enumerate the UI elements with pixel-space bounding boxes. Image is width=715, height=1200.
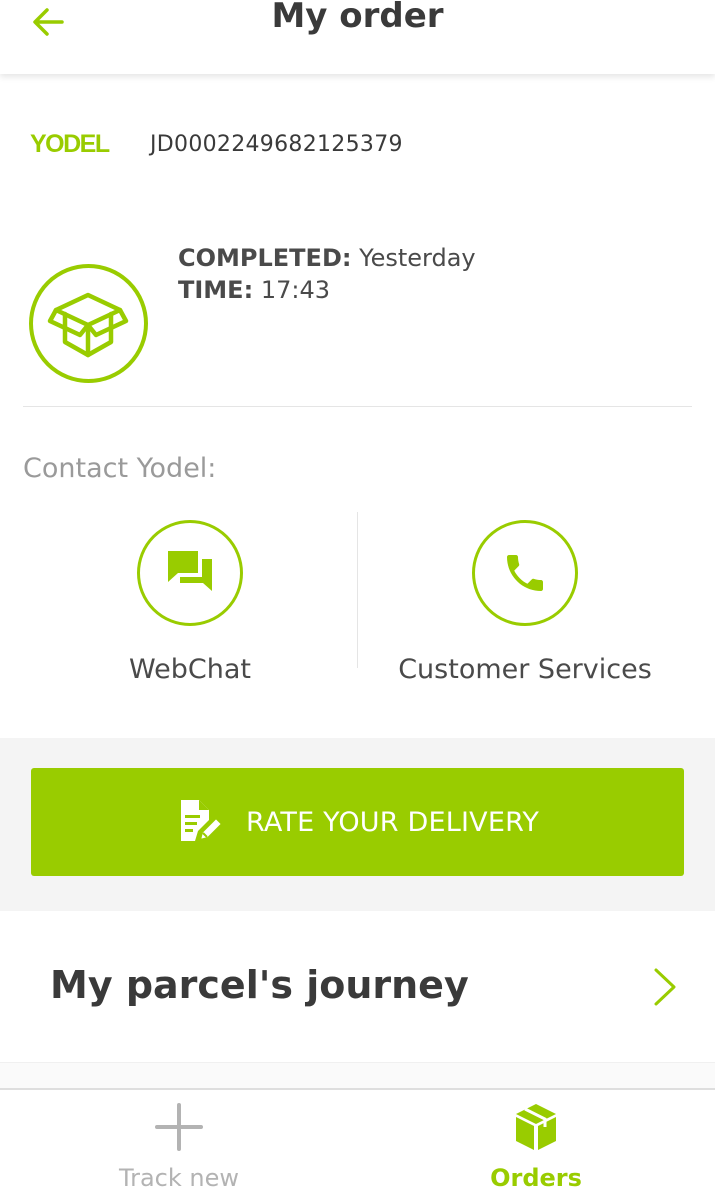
- app-header: My order: [0, 0, 715, 74]
- completed-label: COMPLETED:: [178, 244, 352, 272]
- chat-icon: [168, 551, 212, 591]
- parcel-icon: [516, 1104, 556, 1150]
- delivery-status: COMPLETED: Yesterday TIME: 17:43: [178, 242, 476, 306]
- time-value: 17:43: [260, 276, 330, 304]
- delivered-box-icon: [28, 263, 149, 384]
- customer-services-label: Customer Services: [398, 654, 652, 685]
- page-title: My order: [271, 0, 444, 36]
- webchat-label: WebChat: [129, 654, 251, 685]
- rate-delivery-button[interactable]: RATE YOUR DELIVERY: [31, 768, 684, 876]
- phone-icon: [507, 555, 543, 591]
- tracking-number: JD0002249682125379: [150, 132, 403, 157]
- rate-edit-icon: [180, 800, 224, 842]
- nav-orders[interactable]: Orders: [436, 1090, 636, 1200]
- yodel-logo: YODEL: [30, 130, 110, 158]
- time-line: TIME: 17:43: [178, 274, 476, 306]
- journey-footer-strip: [0, 1062, 715, 1088]
- parcel-journey-row[interactable]: My parcel's journey: [0, 911, 715, 1063]
- webchat-button[interactable]: WebChat: [40, 520, 340, 685]
- parcel-journey-title: My parcel's journey: [50, 963, 469, 1007]
- completed-value: Yesterday: [359, 244, 476, 272]
- app-root: My order YODEL JD0002249682125379 COMPLE…: [0, 0, 715, 1200]
- plus-icon: [155, 1103, 203, 1151]
- contact-title: Contact Yodel:: [23, 453, 217, 484]
- rate-delivery-label: RATE YOUR DELIVERY: [245, 806, 540, 838]
- bottom-navigation: Track new Orders: [0, 1088, 715, 1200]
- chevron-right-icon[interactable]: [651, 966, 679, 1008]
- rate-section: RATE YOUR DELIVERY: [0, 738, 715, 911]
- contact-separator: [357, 512, 358, 668]
- nav-orders-label: Orders: [490, 1164, 582, 1192]
- webchat-circle: [137, 520, 243, 626]
- time-label: TIME:: [178, 276, 254, 304]
- section-divider: [23, 406, 692, 407]
- customer-services-button[interactable]: Customer Services: [375, 520, 675, 685]
- nav-track-new[interactable]: Track new: [79, 1090, 279, 1200]
- nav-track-new-label: Track new: [118, 1164, 240, 1192]
- customer-services-circle: [472, 520, 578, 626]
- completed-line: COMPLETED: Yesterday: [178, 242, 476, 274]
